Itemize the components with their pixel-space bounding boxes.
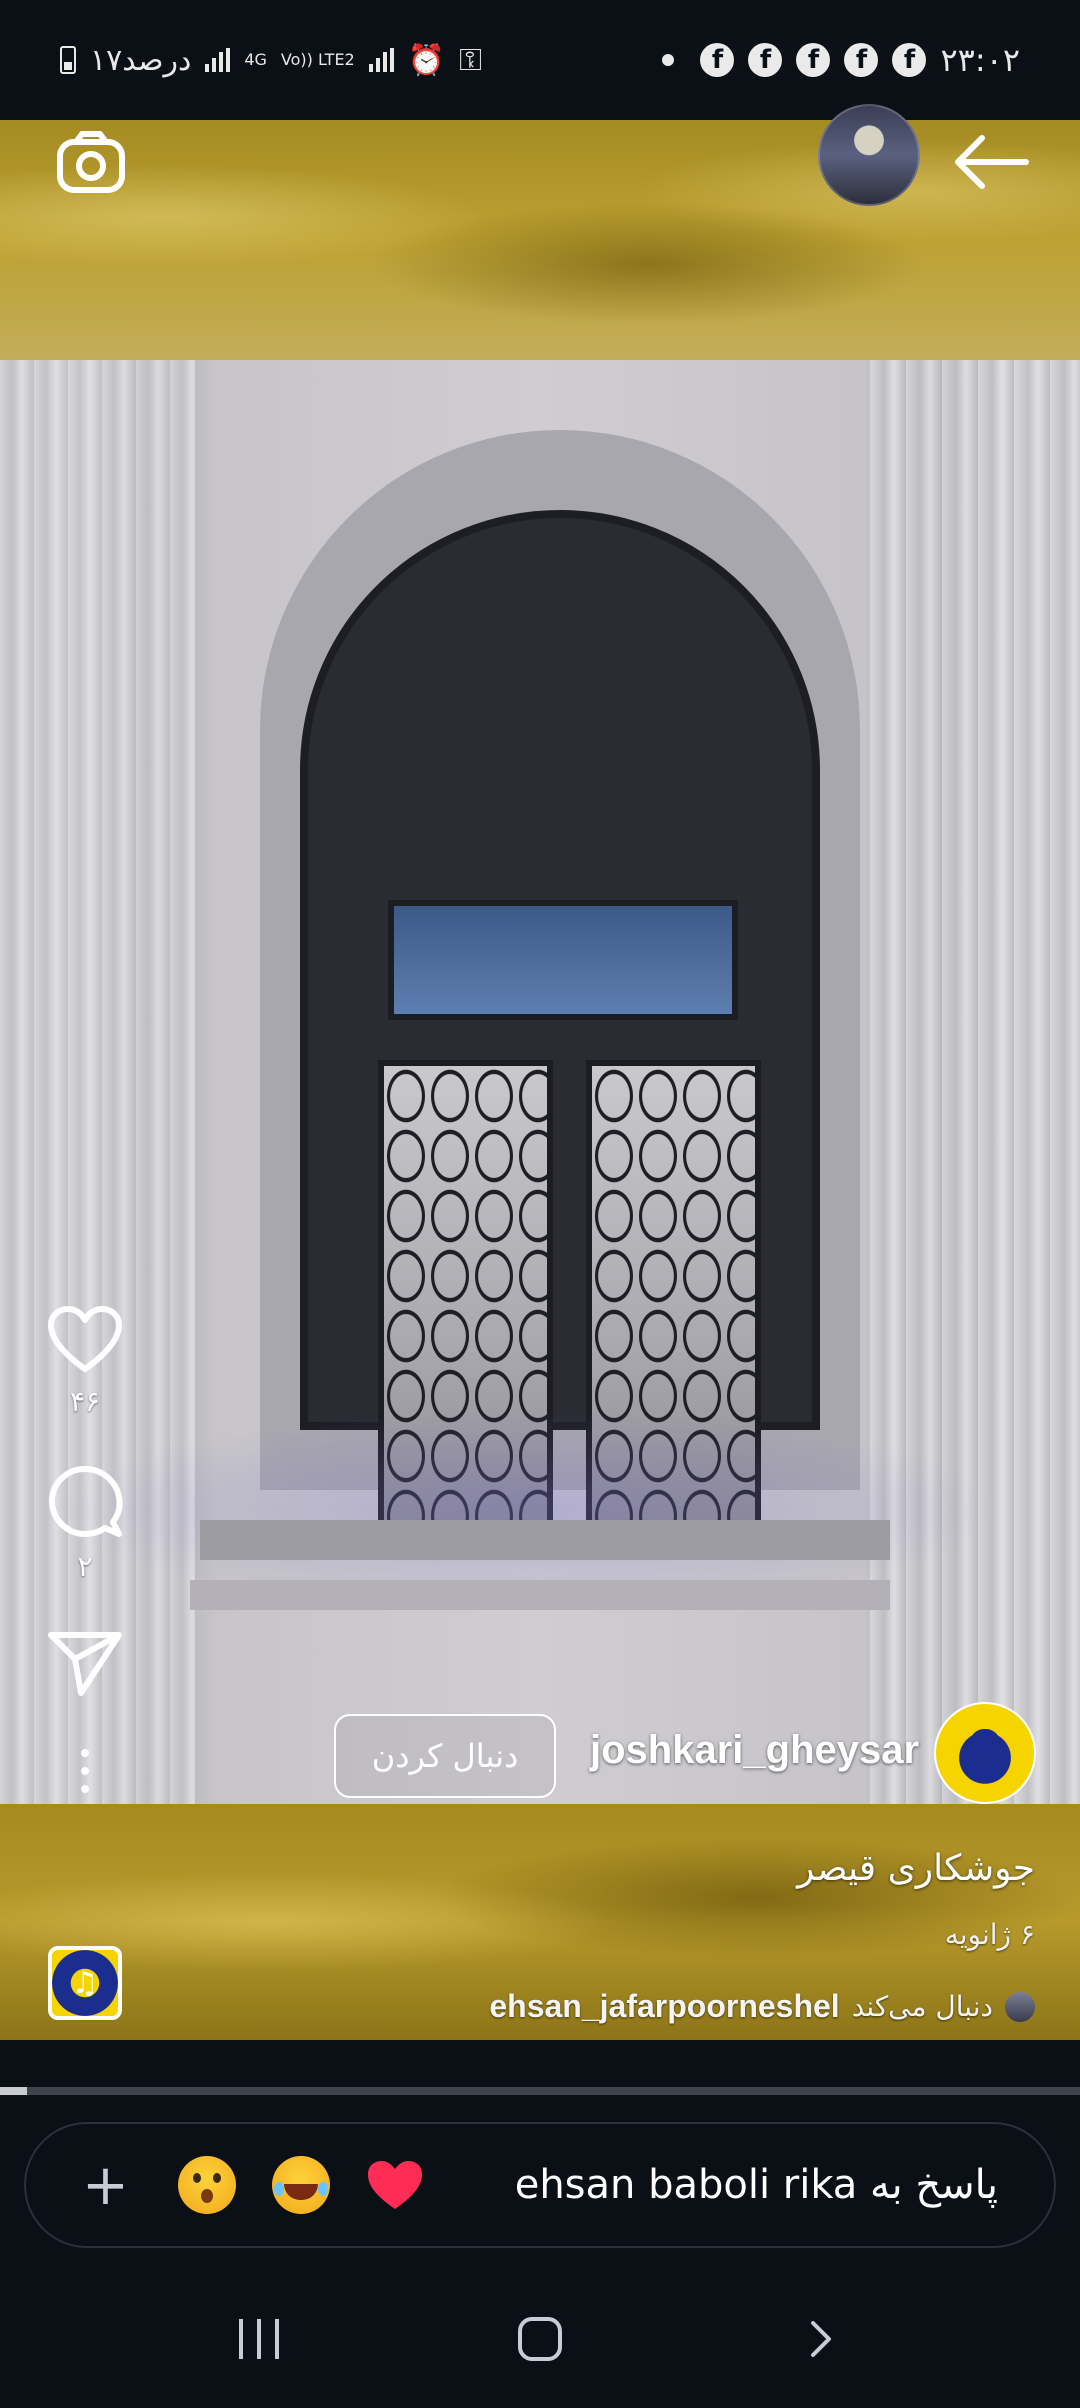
audio-track-thumbnail[interactable]: ♫	[48, 1946, 122, 2020]
signal-icon-2	[368, 48, 394, 72]
red-heart-emoji-icon[interactable]	[366, 2156, 424, 2214]
home-button[interactable]	[517, 2317, 562, 2361]
signal-icon	[205, 48, 231, 72]
follower-avatar	[1005, 1991, 1035, 2022]
followed-by-text: دنبال می‌کند	[851, 1990, 993, 2023]
add-icon[interactable]: +	[82, 2153, 142, 2218]
like-count: ۴۶	[69, 1385, 101, 1418]
battery-icon	[60, 46, 76, 74]
laugh-emoji-icon[interactable]	[272, 2156, 330, 2214]
facebook-icon: f	[844, 43, 879, 77]
story-author-avatar[interactable]	[818, 104, 920, 206]
action-column: ۴۶ ۲	[40, 1305, 130, 1793]
status-right: f f f f f ۲۳:۰۲	[662, 41, 1020, 79]
reply-input[interactable]: پاسخ به ehsan baboli rika	[515, 2162, 998, 2208]
comment-icon	[49, 1466, 123, 1537]
facebook-icon: f	[892, 43, 927, 77]
comment-button[interactable]: ۲	[40, 1464, 130, 1629]
status-left: ۱۷درصد 4G Vo)) LTE2 ⏰ ⚿	[60, 43, 482, 78]
author-username[interactable]: joshkari_gheysar	[590, 1728, 919, 1773]
author-avatar[interactable]	[934, 1702, 1036, 1804]
scene-step	[190, 1580, 890, 1610]
video-scene	[0, 360, 1080, 1804]
followed-by-user: ehsan_jafarpoorneshel	[489, 1988, 840, 2024]
post-caption[interactable]: جوشکاری قیصر	[797, 1848, 1035, 1889]
status-time: ۲۳:۰۲	[940, 41, 1020, 79]
send-icon	[48, 1632, 122, 1696]
like-button[interactable]: ۴۶	[40, 1305, 130, 1464]
facebook-icon: f	[700, 43, 735, 77]
back-arrow-icon[interactable]	[950, 132, 1030, 192]
post-date: ۶ ژانویه	[944, 1918, 1035, 1951]
scene-sill	[200, 1520, 890, 1560]
scene-transom	[388, 900, 738, 1020]
heart-icon	[48, 1306, 122, 1372]
bell-logo-icon	[970, 1729, 1000, 1777]
share-button[interactable]	[40, 1629, 130, 1699]
status-bar: ۱۷درصد 4G Vo)) LTE2 ⏰ ⚿ f f f f f ۲۳:۰۲	[0, 0, 1080, 120]
vpn-key-icon: ⚿	[459, 42, 482, 78]
network-4g-label: 4G	[244, 50, 267, 69]
reply-bar[interactable]: + پاسخ به ehsan baboli rika	[24, 2122, 1056, 2248]
video-progress-fill	[0, 2087, 27, 2095]
alarm-icon: ⏰	[407, 42, 446, 78]
camera-icon[interactable]	[56, 130, 126, 194]
comment-count: ۲	[77, 1550, 93, 1583]
follow-button[interactable]: دنبال کردن	[334, 1714, 556, 1798]
wow-emoji-icon[interactable]	[178, 2156, 236, 2214]
more-icon[interactable]	[81, 1749, 89, 1793]
battery-text: ۱۷درصد	[90, 42, 192, 78]
facebook-icon: f	[796, 43, 831, 77]
system-nav-bar	[0, 2270, 1080, 2408]
notification-dot-icon	[662, 54, 675, 66]
music-note-icon: ♫	[71, 1965, 99, 2001]
network-lte-label: Vo)) LTE2	[280, 50, 355, 69]
video-progress-bar[interactable]	[0, 2087, 1080, 2095]
facebook-icon: f	[748, 43, 783, 77]
followed-by-row[interactable]: دنبال می‌کند ehsan_jafarpoorneshel	[489, 1988, 1035, 2025]
recents-button[interactable]	[239, 2319, 280, 2359]
nav-back-icon[interactable]	[801, 2319, 841, 2359]
